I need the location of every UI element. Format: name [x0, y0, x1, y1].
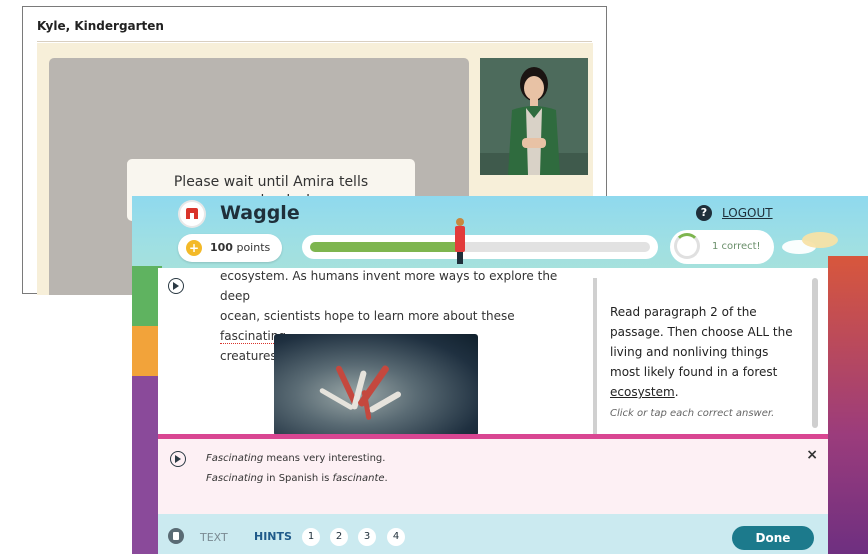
close-icon[interactable]: × [806, 447, 818, 463]
prompt-end: . [674, 385, 679, 399]
logout-link[interactable]: LOGOUT [722, 206, 773, 220]
cloud-shape [802, 232, 838, 248]
scrollbar[interactable] [812, 278, 818, 428]
document-icon[interactable] [168, 528, 184, 544]
correct-progress-ring-icon [674, 233, 700, 259]
passage-line-text: ocean, scientists hope to learn more abo… [220, 309, 515, 323]
hints-label: HINTS [254, 530, 292, 543]
waggle-window: Waggle ? LOGOUT + 100 points 1 correct! … [132, 196, 868, 554]
passage-line: ecosystem. As humans invent more ways to… [220, 269, 558, 303]
text-button[interactable]: TEXT [200, 531, 228, 544]
panel-divider [593, 278, 597, 436]
question-prompt: Read paragraph 2 of the passage. Then ch… [610, 302, 800, 424]
glossary-spanish: Fascinating in Spanish is fascinante. [206, 473, 388, 484]
bottom-toolbar: TEXT HINTS 1 2 3 4 Done [158, 514, 828, 554]
hint-button-4[interactable]: 4 [387, 528, 405, 546]
progress-bar [302, 218, 658, 264]
glossary-spanish-intro: in Spanish is [263, 473, 333, 484]
divider [37, 41, 592, 42]
prompt-instruction: Click or tap each correct answer. [610, 408, 775, 419]
glossary-term: Fascinating [206, 453, 264, 464]
progress-character-icon [454, 218, 466, 268]
points-value: 100 [210, 241, 233, 254]
glossary-panel: Fascinating means very interesting. Fasc… [158, 439, 828, 514]
glossary-definition: Fascinating means very interesting. [206, 453, 385, 464]
coin-plus-icon: + [186, 240, 202, 256]
prompt-keyword[interactable]: ecosystem [610, 385, 675, 399]
tube-worms-photo [274, 334, 478, 436]
glossary-spanish-word: fascinante [332, 473, 385, 484]
glossary-spanish-end: . [384, 473, 388, 484]
points-unit: points [236, 241, 271, 254]
hint-button-2[interactable]: 2 [330, 528, 348, 546]
points-text: 100 points [210, 241, 270, 254]
hint-button-1[interactable]: 1 [302, 528, 320, 546]
help-icon[interactable]: ? [696, 205, 712, 221]
done-button[interactable]: Done [732, 526, 814, 550]
audio-speaker-icon[interactable] [170, 451, 186, 467]
audio-speaker-icon[interactable] [168, 278, 184, 294]
progress-fill [310, 242, 460, 252]
correct-counter: 1 correct! [670, 230, 774, 264]
student-name: Kyle, Kindergarten [37, 19, 164, 33]
correct-label: 1 correct! [712, 241, 761, 252]
reading-panel: ecosystem. As humans invent more ways to… [158, 268, 828, 436]
amira-avatar [480, 58, 588, 175]
prompt-text: Read paragraph 2 of the passage. Then ch… [610, 305, 793, 379]
points-badge: + 100 points [178, 234, 282, 262]
progress-track [310, 218, 650, 264]
hint-button-3[interactable]: 3 [358, 528, 376, 546]
glossary-term: Fascinating [206, 473, 264, 484]
amira-avatar-illustration [480, 58, 588, 175]
glossary-definition-text: means very interesting. [263, 453, 386, 464]
app-name: Waggle [220, 202, 300, 224]
scenery-cliff [828, 256, 868, 554]
waggle-logo-icon[interactable] [180, 202, 204, 226]
